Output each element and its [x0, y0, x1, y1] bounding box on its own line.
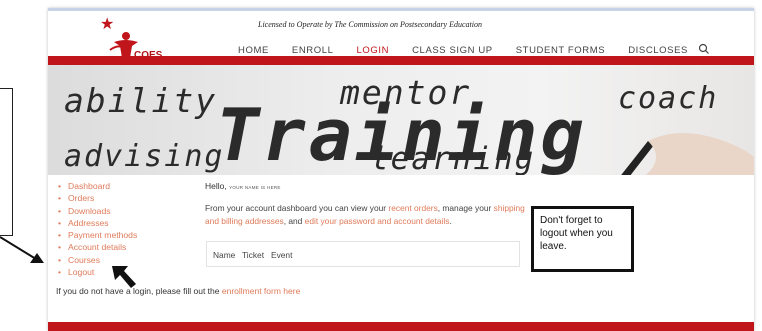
main-nav: HOME ENROLL LOGIN CLASS SIGN UP STUDENT … [238, 43, 711, 56]
license-text: Licensed to Operate by The Commission on… [258, 20, 482, 29]
account-nav-orders[interactable]: Orders [58, 192, 137, 205]
account-nav-payment-methods[interactable]: Payment methods [58, 229, 137, 242]
greeting-label: Hello, [205, 181, 227, 191]
nav-class-sign-up[interactable]: CLASS SIGN UP [412, 45, 493, 56]
top-border [48, 8, 754, 11]
dashboard-text-1: From your account dashboard you can view… [205, 203, 389, 213]
column-header-name: Name [213, 250, 236, 260]
account-nav-logout[interactable]: Logout [58, 266, 137, 279]
arrow-icon [0, 236, 44, 263]
account-nav: Dashboard Orders Downloads Addresses Pay… [58, 180, 137, 279]
courses-table-header: Name Ticket Event [206, 241, 520, 267]
nav-student-forms[interactable]: STUDENT FORMS [516, 45, 605, 56]
training-banner: ability mentor coach advising Training l… [48, 65, 754, 175]
website-frame: Licensed to Operate by The Commission on… [48, 8, 754, 331]
account-nav-account-details[interactable]: Account details [58, 241, 137, 254]
enrollment-note-text: If you do not have a login, please fill … [56, 286, 222, 296]
account-nav-courses[interactable]: Courses [58, 254, 137, 267]
greeting: Hello, YOUR NAME IS HERE [205, 181, 281, 191]
account-nav-dashboard[interactable]: Dashboard [58, 180, 137, 193]
banner-word-ability: ability [64, 81, 218, 120]
recent-orders-link[interactable]: recent orders [388, 203, 437, 213]
hand-with-pen-icon [621, 132, 754, 175]
enrollment-form-link[interactable]: enrollment form here [222, 286, 300, 296]
logout-reminder-callout: Don't forget to logout when you leave. [531, 206, 634, 272]
nav-enroll[interactable]: ENROLL [292, 45, 334, 56]
dashboard-text: From your account dashboard you can view… [205, 202, 535, 228]
footer-red-bar [48, 322, 754, 331]
banner-word-coach: coach [618, 81, 719, 116]
dashboard-text-4: . [449, 216, 452, 226]
search-icon[interactable] [698, 43, 710, 55]
banner-word-advising: advising [64, 139, 225, 174]
nav-home[interactable]: HOME [238, 45, 269, 56]
column-header-event: Event [271, 250, 293, 260]
nav-login[interactable]: LOGIN [357, 45, 390, 56]
annotation-outline-box [0, 88, 13, 236]
header-red-bar [48, 56, 754, 65]
account-details-link[interactable]: edit your password and account details [305, 216, 450, 226]
account-nav-addresses[interactable]: Addresses [58, 217, 137, 230]
column-header-ticket: Ticket [242, 250, 265, 260]
account-nav-downloads[interactable]: Downloads [58, 205, 137, 218]
banner-word-learning: learning [370, 141, 536, 175]
user-name: YOUR NAME IS HERE [229, 185, 281, 190]
dashboard-text-2: , manage your [437, 203, 494, 213]
dashboard-text-3: , and [283, 216, 305, 226]
enrollment-note: If you do not have a login, please fill … [56, 286, 300, 296]
nav-discloses[interactable]: DISCLOSES [628, 45, 688, 56]
logout-reminder-text: Don't forget to logout when you leave. [540, 215, 613, 252]
